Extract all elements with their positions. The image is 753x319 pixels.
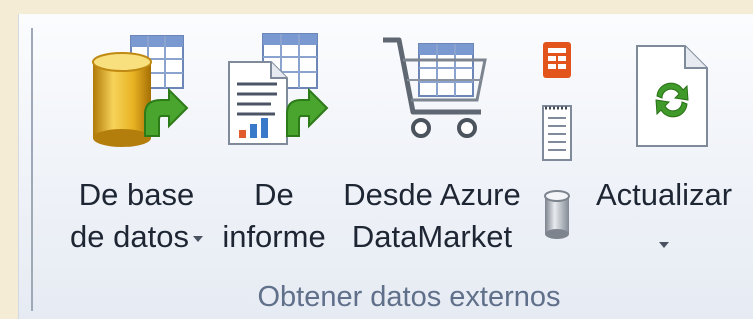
text-file-icon (542, 105, 572, 161)
dropdown-arrow-icon (192, 235, 203, 242)
shopping-cart-icon (383, 37, 487, 138)
from-text-button[interactable] (539, 102, 575, 164)
from-database-label-line1: De base (78, 177, 195, 212)
from-report-label-line2: informe (222, 219, 326, 254)
from-database-label-line2: de datos (49, 218, 224, 256)
dropdown-arrow-icon[interactable] (659, 241, 669, 248)
office-app-icon (543, 42, 571, 78)
from-azure-label-line1: Desde Azure (343, 177, 521, 212)
from-database-label-text: de datos (70, 219, 189, 254)
from-database-button[interactable]: De base de datos (49, 28, 224, 278)
refresh-button[interactable]: Actualizar (589, 28, 739, 278)
refresh-dropdown-row (589, 224, 739, 262)
report-icon (228, 33, 329, 145)
group-separator (31, 28, 33, 311)
from-sql-button[interactable] (539, 186, 575, 244)
from-report-label-line1: De (254, 177, 294, 212)
database-table-icon (92, 35, 189, 147)
from-report-button[interactable]: De informe (209, 28, 339, 278)
group-title: Obtener datos externos (257, 281, 561, 313)
refresh-label: Actualizar (595, 177, 733, 212)
refresh-document-icon (636, 45, 708, 147)
from-azure-label-line2: DataMarket (351, 219, 513, 254)
ribbon-group-external-data: De base de datos De informe Desde Azure … (18, 14, 753, 319)
from-other-source-button[interactable] (539, 40, 575, 82)
from-azure-datamarket-button[interactable]: Desde Azure DataMarket (337, 28, 527, 278)
database-cylinder-icon (544, 190, 570, 239)
